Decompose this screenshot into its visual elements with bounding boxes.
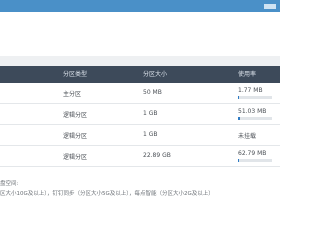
usage-bar <box>238 117 272 120</box>
partition-size: 50 MB <box>143 89 162 96</box>
table-row[interactable]: 主分区 50 MB 1.77 MB <box>0 83 280 104</box>
usage-cell: 62.79 MB <box>238 150 272 164</box>
top-bar-indicator <box>264 4 276 9</box>
top-bar <box>0 0 280 12</box>
usage-bar <box>238 96 272 99</box>
partition-type: 逻辑分区 <box>63 133 88 140</box>
usage-bar <box>238 159 272 162</box>
notes-section: 盘空间: 区大小10G及以上），钉钉同步（分区大小5G及以上），每点智能（分区大… <box>0 168 280 210</box>
section-strip <box>0 56 280 66</box>
usage-value: 51.03 MB <box>238 108 267 115</box>
partition-size: 1 GB <box>143 131 158 138</box>
usage-bar-fill <box>238 96 240 99</box>
content-area <box>0 12 280 56</box>
column-header-type: 分区类型 <box>63 71 88 78</box>
usage-cell: 51.03 MB <box>238 108 272 122</box>
usage-cell: 1.77 MB <box>238 87 272 101</box>
note-line-1: 盘空间: <box>0 181 19 187</box>
partition-type: 主分区 <box>63 91 82 98</box>
partition-size: 1 GB <box>143 110 158 117</box>
partition-type: 逻辑分区 <box>63 112 88 119</box>
column-header-usage: 使用率 <box>238 71 257 78</box>
usage-cell: 未挂载 <box>238 129 272 143</box>
partition-size: 22.89 GB <box>143 152 171 159</box>
usage-value: 62.79 MB <box>238 150 267 157</box>
partition-type: 逻辑分区 <box>63 154 88 161</box>
note-line-2: 区大小10G及以上），钉钉同步（分区大小5G及以上），每点智能（分区大小2G及以… <box>0 191 214 197</box>
column-header-size: 分区大小 <box>143 71 168 78</box>
table-row[interactable]: 逻辑分区 22.89 GB 62.79 MB <box>0 146 280 167</box>
table-header: 分区类型 分区大小 使用率 <box>0 66 280 83</box>
table-row[interactable]: 逻辑分区 1 GB 未挂载 <box>0 125 280 146</box>
usage-status: 未挂载 <box>238 133 257 140</box>
usage-bar-fill <box>238 117 240 120</box>
usage-bar-fill <box>238 159 240 162</box>
table-row[interactable]: 逻辑分区 1 GB 51.03 MB <box>0 104 280 125</box>
usage-value: 1.77 MB <box>238 87 263 94</box>
